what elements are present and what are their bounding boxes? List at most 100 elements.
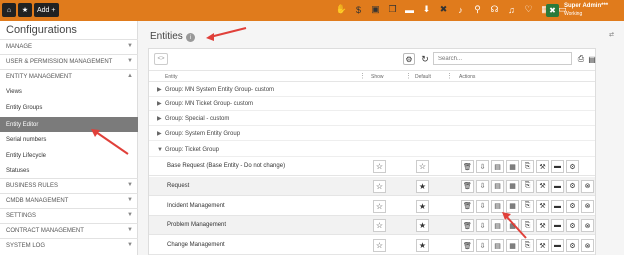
tools-icon[interactable]: ⚒	[536, 239, 549, 253]
copy-icon[interactable]: ⎘	[521, 199, 534, 213]
gear-icon[interactable]: ⚙	[403, 53, 415, 65]
bell-icon[interactable]: ♪	[454, 2, 467, 17]
document-icon[interactable]: ▤	[491, 199, 504, 213]
gear-icon[interactable]: ⚙	[566, 160, 579, 173]
copy-icon[interactable]: ⎘	[521, 239, 534, 253]
copy-icon[interactable]: ⎘	[521, 160, 534, 173]
refresh-icon[interactable]: ↻	[419, 53, 431, 65]
sidebar-item-views[interactable]: Views	[0, 84, 138, 99]
default-star-icon[interactable]: ★	[416, 199, 429, 213]
table-row[interactable]: Problem Management ☆ ★ 🗑 ⇩ ▤ ▦ ⎘ ⚒ ▬ ⚙ ⊗	[149, 216, 595, 236]
sidebar-item-serial-numbers[interactable]: Serial numbers	[0, 132, 138, 147]
close-circle-icon[interactable]: ⊗	[581, 179, 594, 193]
tools-icon[interactable]: ⚒	[536, 219, 549, 233]
dollar-icon[interactable]: $	[352, 2, 365, 17]
column-menu-icon[interactable]: ⋮	[405, 72, 412, 80]
gear-icon[interactable]: ⚙	[566, 179, 579, 193]
user-menu[interactable]: ✖ Super Admin*** Working	[546, 2, 622, 19]
sidebar-section-contract[interactable]: CONTRACT MANAGEMENT ▼	[0, 223, 138, 237]
comment-icon[interactable]: ▬	[551, 179, 564, 193]
sidebar-section-entity-management[interactable]: ENTITY MANAGEMENT ▲	[0, 69, 138, 83]
comment-icon[interactable]: ▬	[551, 160, 564, 173]
copy-icon[interactable]: ⎘	[521, 219, 534, 233]
sidebar-section-business-rules[interactable]: BUSINESS RULES ▼	[0, 178, 138, 192]
sidebar-item-entity-lifecycle[interactable]: Entity Lifecycle	[0, 148, 138, 163]
export-icon[interactable]: ▤	[587, 53, 597, 65]
sidebar-section-manage[interactable]: MANAGE ▼	[0, 39, 138, 53]
flag-icon[interactable]: ▬	[403, 2, 416, 17]
gift-icon[interactable]: ❒	[386, 2, 399, 17]
document-icon[interactable]: ▤	[491, 160, 504, 173]
download-icon[interactable]: ⬇	[420, 2, 433, 17]
document-icon[interactable]: ▤	[491, 219, 504, 233]
home-icon[interactable]: ⌂	[2, 3, 16, 17]
hand-icon[interactable]: ✋	[335, 2, 348, 17]
show-star-icon[interactable]: ☆	[373, 179, 386, 193]
tools-icon[interactable]: ⚒	[536, 160, 549, 173]
comment-icon[interactable]: ▬	[551, 219, 564, 233]
table-row[interactable]: Request ☆ ★ 🗑 ⇩ ▤ ▦ ⎘ ⚒ ▬ ⚙ ⊗	[149, 176, 595, 196]
grid-icon[interactable]: ▦	[506, 199, 519, 213]
table-row[interactable]: Incident Management ☆ ★ 🗑 ⇩ ▤ ▦ ⎘ ⚒ ▬ ⚙ ⊗	[149, 197, 595, 216]
notification-icon[interactable]: ♫	[505, 2, 518, 17]
tools-icon[interactable]: ⚒	[536, 199, 549, 213]
delete-icon[interactable]: 🗑	[461, 160, 474, 173]
sidebar-item-entity-editor[interactable]: Entity Editor	[0, 117, 138, 132]
grid-icon[interactable]: ▦	[506, 239, 519, 253]
sidebar-section-cmdb[interactable]: CMDB MANAGEMENT ▼	[0, 193, 138, 207]
add-button[interactable]: Add +	[34, 3, 59, 17]
copy-icon[interactable]: ⎘	[521, 179, 534, 193]
show-star-icon[interactable]: ☆	[373, 219, 386, 233]
comment-icon[interactable]: ▬	[551, 239, 564, 253]
heart-icon[interactable]: ♡	[522, 2, 535, 17]
sidebar-section-system-log[interactable]: SYSTEM LOG ▼	[0, 238, 138, 252]
info-icon[interactable]: i	[186, 33, 195, 42]
gear-icon[interactable]: ⚙	[566, 199, 579, 213]
grid-icon[interactable]: ▦	[506, 179, 519, 193]
search-input[interactable]	[433, 52, 572, 65]
download-icon[interactable]: ⇩	[476, 239, 489, 253]
comment-icon[interactable]: ▬	[551, 199, 564, 213]
column-menu-icon[interactable]: ⋮	[359, 72, 366, 80]
sidebar-section-user-permission[interactable]: USER & PERMISSION MANAGEMENT ▼	[0, 54, 138, 68]
close-circle-icon[interactable]: ⊗	[581, 219, 594, 233]
table-row[interactable]: Change Management ☆ ★ 🗑 ⇩ ▤ ▦ ⎘ ⚒ ▬ ⚙ ⊗	[149, 236, 595, 255]
document-icon[interactable]: ▤	[491, 179, 504, 193]
default-star-icon[interactable]: ★	[416, 179, 429, 193]
delete-icon[interactable]: 🗑	[461, 219, 474, 233]
delete-icon[interactable]: 🗑	[461, 199, 474, 213]
delete-icon[interactable]: 🗑	[461, 179, 474, 193]
x-icon[interactable]: ✖	[437, 2, 450, 17]
gear-icon[interactable]: ⚙	[566, 239, 579, 253]
download-icon[interactable]: ⇩	[476, 160, 489, 173]
search-icon[interactable]: ⚲	[471, 2, 484, 17]
sidebar-item-entity-groups[interactable]: Entity Groups	[0, 100, 138, 115]
show-star-icon[interactable]: ☆	[373, 160, 386, 173]
grid-icon[interactable]: ▦	[506, 160, 519, 173]
delete-icon[interactable]: 🗑	[461, 239, 474, 253]
download-icon[interactable]: ⇩	[476, 199, 489, 213]
group-row[interactable]: ▶ Group: Special - custom	[149, 112, 595, 126]
download-icon[interactable]: ⇩	[476, 179, 489, 193]
show-star-icon[interactable]: ☆	[373, 239, 386, 253]
headset-icon[interactable]: ☊	[488, 2, 501, 17]
code-icon[interactable]: <>	[154, 53, 168, 65]
column-menu-icon[interactable]: ⋮	[446, 72, 453, 80]
tools-icon[interactable]: ⚒	[536, 179, 549, 193]
print-icon[interactable]: ⎙	[576, 53, 586, 65]
group-row[interactable]: ▶ Group: MN Ticket Group- custom	[149, 97, 595, 111]
sidebar-section-settings[interactable]: SETTINGS ▼	[0, 208, 138, 222]
sidebar-item-statuses[interactable]: Statuses	[0, 163, 138, 178]
gear-icon[interactable]: ⚙	[566, 219, 579, 233]
id-card-icon[interactable]: ▣	[369, 2, 382, 17]
document-icon[interactable]: ▤	[491, 239, 504, 253]
show-star-icon[interactable]: ☆	[373, 199, 386, 213]
star-icon[interactable]: ★	[18, 3, 32, 17]
group-row[interactable]: ▶ Group: MN System Entity Group- custom	[149, 83, 595, 97]
download-icon[interactable]: ⇩	[476, 219, 489, 233]
default-star-icon[interactable]: ☆	[416, 160, 429, 173]
table-row[interactable]: Base Request (Base Entity - Do not chang…	[149, 157, 595, 176]
grid-icon[interactable]: ▦	[506, 219, 519, 233]
group-row[interactable]: ▼ Group: Ticket Group	[149, 143, 595, 157]
group-row[interactable]: ▶ Group: System Entity Group	[149, 127, 595, 141]
